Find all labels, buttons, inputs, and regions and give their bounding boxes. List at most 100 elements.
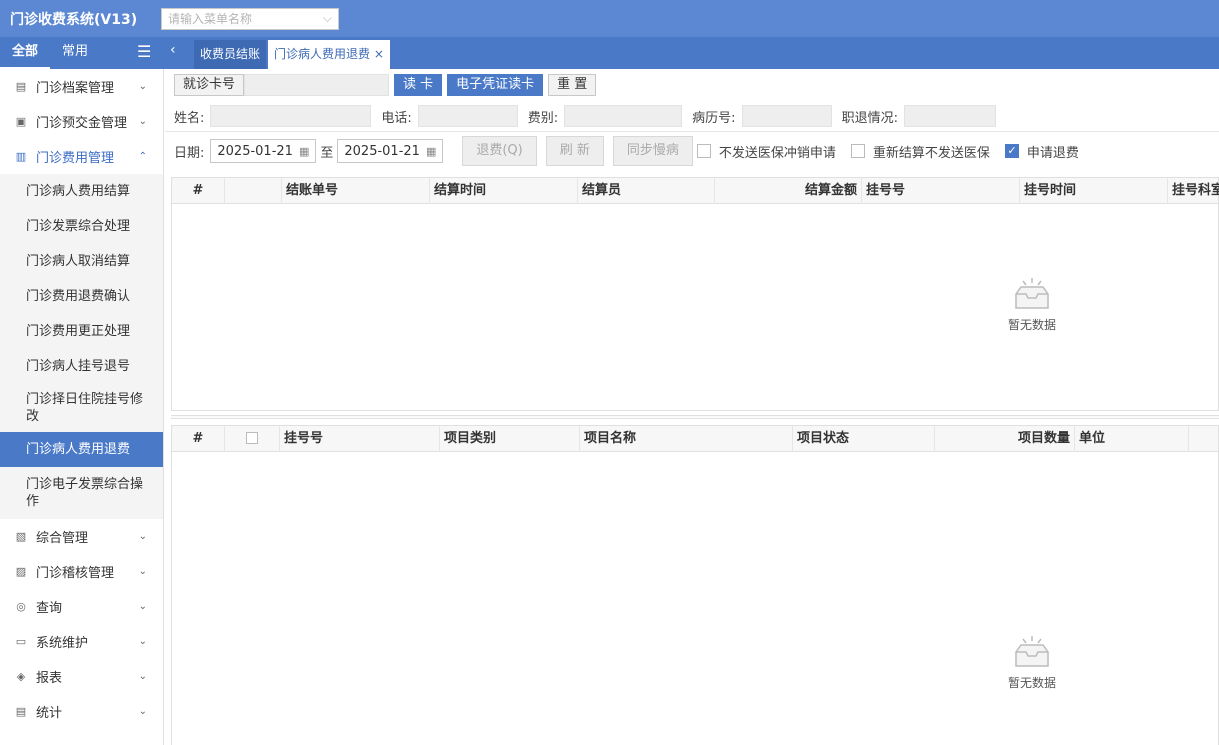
- wallet-icon: ▣: [15, 115, 27, 128]
- col-settlement-time: 结算时间: [430, 178, 578, 204]
- chevron-left-icon[interactable]: ‹: [170, 42, 176, 58]
- col-index: #: [172, 426, 225, 452]
- empty-state: 暂无数据: [1008, 276, 1056, 333]
- empty-box-icon: [1015, 636, 1049, 667]
- col-settlement-no: 结账单号: [282, 178, 430, 204]
- items-grid: # 挂号号 项目类别 项目名称 项目状态 项目数量 单位 暂无数据: [171, 425, 1219, 745]
- sidebar-subitem[interactable]: 门诊费用退费确认: [0, 279, 163, 314]
- col-reg-dept: 挂号科室: [1172, 183, 1219, 198]
- date-label: 日期:: [174, 145, 205, 161]
- chevron-down-icon: ⌵: [322, 11, 332, 25]
- read-card-button[interactable]: 读 卡: [394, 74, 443, 96]
- record-number-label: 病历号:: [692, 110, 736, 126]
- name-label: 姓名:: [174, 110, 205, 126]
- apply-refund-checkbox[interactable]: ✓: [1004, 144, 1019, 158]
- col-select: [225, 178, 282, 204]
- resettle-no-insurance-checkbox[interactable]: [850, 144, 865, 158]
- reset-button[interactable]: 重 置: [548, 74, 597, 96]
- tab-cashier-settlement[interactable]: 收费员结账: [194, 40, 267, 69]
- chevron-down-icon: ⌄: [138, 671, 147, 682]
- sidebar: ▤ 门诊档案管理 ⌄ ▣ 门诊预交金管理 ⌄ ▥ 门诊费用管理 ⌃ 门诊病人费用结算 门诊发…: [0, 69, 164, 745]
- record-number-field: [741, 105, 832, 127]
- name-field: [210, 105, 372, 127]
- col-extra: [1189, 426, 1219, 452]
- receipt-icon: ▥: [15, 150, 27, 163]
- empty-text: 暂无数据: [1008, 676, 1057, 690]
- monitor-icon: ▭: [15, 635, 27, 648]
- col-item-qty: 项目数量: [935, 426, 1075, 452]
- chevron-down-icon: ⌄: [138, 706, 147, 717]
- col-item-name: 项目名称: [580, 426, 793, 452]
- card-toolbar: 就诊卡号 读 卡 电子凭证读卡 重 置: [174, 74, 601, 96]
- sidebar-subitem[interactable]: 门诊电子发票综合操作: [0, 467, 163, 519]
- sidebar-subitem[interactable]: 门诊发票综合处理: [0, 209, 163, 244]
- sidebar-item-archive[interactable]: ▤ 门诊档案管理 ⌄: [0, 69, 163, 104]
- sidebar-subitem[interactable]: 门诊择日住院挂号修改: [0, 384, 163, 432]
- col-amount: 结算金额: [715, 178, 862, 204]
- col-unit: 单位: [1075, 426, 1189, 452]
- sidebar-item-system[interactable]: ▭ 系统维护 ⌄: [0, 624, 163, 659]
- top-bar: 门诊收费系统(V13) 请输入菜单名称 ⌵: [0, 0, 1219, 37]
- fee-type-field: [564, 105, 683, 127]
- col-reg-no: 挂号号: [862, 178, 1020, 204]
- settlement-grid-header: # 结账单号 结算时间 结算员 结算金额 挂号号 挂号时间 挂号科室: [172, 178, 1219, 204]
- chevron-down-icon: ⌄: [138, 531, 147, 542]
- patient-info-row: 姓名: 电话: 费别: 病历号: 职退情况:: [174, 105, 996, 127]
- menu-search-placeholder: 请输入菜单名称: [168, 12, 253, 26]
- phone-label: 电话:: [381, 110, 412, 126]
- empty-text: 暂无数据: [1008, 318, 1057, 332]
- card-number-input[interactable]: [244, 74, 390, 96]
- stats-icon: ▤: [15, 705, 27, 718]
- chevron-down-icon: ⌄: [138, 116, 147, 127]
- date-to-input[interactable]: 2025-01-21 ▦: [337, 139, 444, 163]
- menu-search-input[interactable]: 请输入菜单名称 ⌵: [161, 7, 339, 30]
- tab-common[interactable]: 常用: [50, 37, 100, 69]
- calendar-icon: ▦: [425, 144, 437, 158]
- sidebar-subitem[interactable]: 门诊费用更正处理: [0, 314, 163, 349]
- folder-icon: ▧: [15, 530, 27, 543]
- empty-box-icon: [1015, 278, 1049, 309]
- sidebar-subitem[interactable]: 门诊病人取消结算: [0, 244, 163, 279]
- refund-button[interactable]: 退费(Q): [462, 136, 537, 166]
- tab-patient-refund[interactable]: 门诊病人费用退费 ×: [268, 40, 390, 69]
- sidebar-subitem[interactable]: 门诊病人费用结算: [0, 174, 163, 209]
- chevron-down-icon: ⌄: [138, 636, 147, 647]
- apply-refund-label: 申请退费: [1026, 145, 1079, 161]
- date-from-input[interactable]: 2025-01-21 ▦: [210, 139, 317, 163]
- file-icon: ▤: [15, 80, 27, 93]
- fee-type-label: 费别:: [527, 110, 559, 126]
- sidebar-item-report[interactable]: ◈ 报表 ⌄: [0, 659, 163, 694]
- sidebar-item-fee[interactable]: ▥ 门诊费用管理 ⌃: [0, 139, 163, 174]
- chevron-down-icon: ⌄: [138, 601, 147, 612]
- col-cashier: 结算员: [578, 178, 715, 204]
- retire-status-label: 职退情况:: [841, 110, 898, 126]
- sidebar-item-audit[interactable]: ▨ 门诊稽核管理 ⌄: [0, 554, 163, 589]
- sidebar-item-deposit[interactable]: ▣ 门诊预交金管理 ⌄: [0, 104, 163, 139]
- splitter-handle[interactable]: [171, 415, 1219, 419]
- sidebar-subitem[interactable]: 门诊病人挂号退号: [0, 349, 163, 384]
- card-type-select[interactable]: 就诊卡号: [174, 74, 245, 96]
- items-grid-header: # 挂号号 项目类别 项目名称 项目状态 项目数量 单位: [172, 426, 1218, 452]
- close-icon[interactable]: ×: [374, 47, 384, 61]
- sidebar-subitem-active[interactable]: 门诊病人费用退费: [0, 432, 163, 467]
- tab-all[interactable]: 全部: [0, 37, 51, 69]
- settlement-grid: # 结账单号 结算时间 结算员 结算金额 挂号号 挂号时间 挂号科室 暂无数据: [171, 177, 1219, 411]
- no-insurance-reversal-checkbox[interactable]: [696, 144, 711, 158]
- sync-chronic-button[interactable]: 同步慢病: [612, 136, 693, 166]
- retire-status-field: [903, 105, 996, 127]
- refresh-button[interactable]: 刷 新: [545, 136, 604, 166]
- calendar-icon: ▦: [298, 144, 310, 158]
- select-all-checkbox[interactable]: [246, 432, 258, 444]
- menu-toggle-icon[interactable]: ☰: [137, 42, 151, 61]
- resettle-no-insurance-label: 重新结算不发送医保: [872, 145, 990, 161]
- tab-patient-refund-label: 门诊病人费用退费: [274, 47, 371, 61]
- ecard-read-button[interactable]: 电子凭证读卡: [447, 74, 544, 96]
- sidebar-item-stats[interactable]: ▤ 统计 ⌄: [0, 694, 163, 729]
- sidebar-item-general[interactable]: ▧ 综合管理 ⌄: [0, 519, 163, 554]
- search-icon: ◎: [16, 600, 26, 613]
- divider: [165, 131, 1219, 132]
- secondary-bar: 全部 常用 ☰ ‹ 收费员结账 门诊病人费用退费 ×: [0, 37, 1219, 69]
- sidebar-item-query[interactable]: ◎ 查询 ⌄: [0, 589, 163, 624]
- chevron-down-icon: ⌄: [138, 566, 147, 577]
- report-icon: ◈: [16, 670, 26, 683]
